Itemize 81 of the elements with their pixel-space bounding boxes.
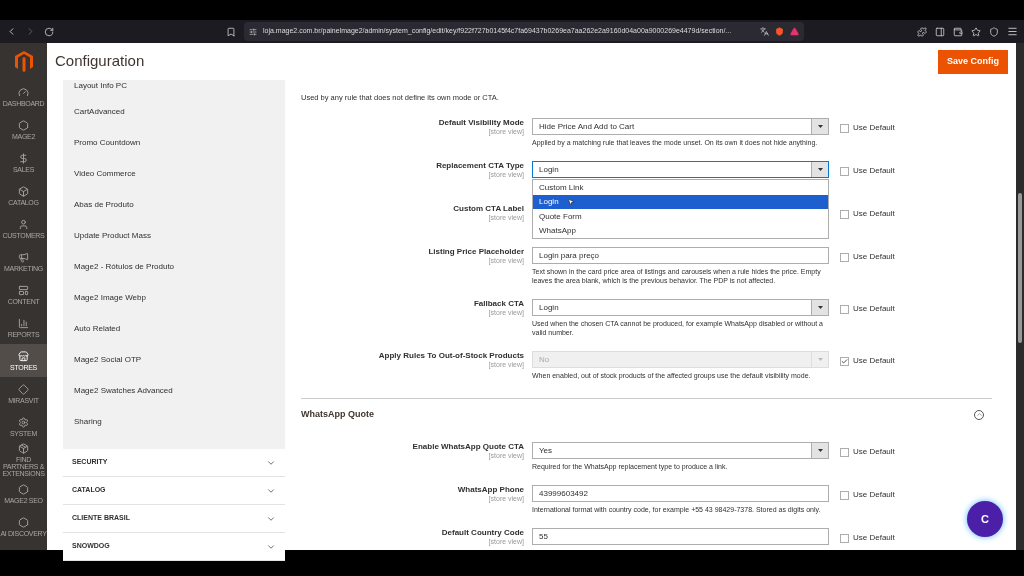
bar-chart-icon (18, 317, 29, 329)
checkbox-label: Use Default (853, 208, 895, 221)
mouse-pointer-icon (566, 198, 575, 206)
config-tab-link[interactable]: Auto Related (74, 322, 121, 335)
field-label: WhatsApp Phone (457, 485, 524, 496)
config-tab-link[interactable]: Layout Info PC (74, 80, 127, 92)
triangle-icon[interactable] (790, 27, 799, 36)
select-field[interactable]: Hide Price And Add to Cart (532, 118, 829, 136)
field-label: Enable WhatsApp Quote CTA (412, 442, 524, 453)
config-tab-link[interactable]: CartAdvanced (74, 105, 125, 118)
select-field[interactable]: Yes (532, 442, 829, 460)
config-tab-link[interactable]: Mage2 - Rótulos de Produto (74, 260, 175, 273)
checkbox[interactable] (840, 490, 849, 500)
hexagon-icon (18, 119, 29, 131)
hexagon-icon (18, 483, 29, 495)
config-tab-link[interactable]: Mage2 Social OTP (74, 353, 142, 366)
wallet-icon[interactable] (953, 26, 963, 37)
person-icon (18, 218, 29, 230)
field-label: Listing Price Placeholder (428, 247, 524, 258)
dropdown-option[interactable]: Quote Form (533, 209, 828, 224)
field-label: Replacement CTA Type (436, 161, 524, 172)
config-tab-link[interactable]: Video Commerce (74, 167, 136, 180)
cube-icon (18, 185, 29, 197)
checkbox[interactable] (840, 533, 849, 543)
select-field[interactable]: Login (532, 161, 829, 179)
checkbox[interactable] (840, 304, 849, 314)
reload-icon[interactable] (44, 26, 54, 37)
section-title: WhatsApp Quote (301, 408, 375, 421)
checkbox[interactable] (840, 447, 849, 457)
checkbox-label: Use Default (853, 122, 895, 135)
field-label: Custom CTA Label (453, 204, 524, 215)
checkbox-label: Use Default (853, 303, 895, 316)
diamond-icon (18, 383, 29, 395)
storefront-icon (18, 350, 29, 362)
checkbox-label: Use Default (853, 251, 895, 264)
config-tab-link[interactable]: Mage2 Swatches Advanced (74, 384, 173, 397)
checkbox[interactable] (840, 209, 849, 219)
dropdown-option[interactable]: Custom Link (533, 180, 828, 195)
hexagon-icon (18, 516, 29, 528)
sidebar-icon[interactable] (935, 26, 945, 37)
config-tab-link[interactable]: Update Product Mass (74, 229, 151, 242)
config-tab-link[interactable]: Promo Countdown (74, 136, 141, 149)
dropdown-option[interactable]: Login (533, 194, 828, 210)
select-field[interactable]: Login (532, 299, 829, 317)
extensions-icon[interactable] (917, 26, 927, 37)
field-label: Fallback CTA (473, 299, 524, 310)
site-settings-icon[interactable] (249, 27, 257, 36)
bookmark-icon[interactable] (226, 26, 236, 37)
star-icon[interactable] (971, 26, 981, 37)
scrollbar[interactable] (1016, 43, 1024, 550)
input-field[interactable]: 43999603492 (532, 485, 829, 503)
checkbox-label: Use Default (853, 532, 895, 545)
checkbox-label: Use Default (853, 446, 895, 459)
checkbox-label: Use Default (853, 355, 895, 368)
page-title: Configuration (55, 51, 146, 72)
megaphone-icon (18, 251, 29, 263)
field-label: Default Country Code (441, 528, 524, 539)
dropdown-option[interactable]: WhatsApp (533, 223, 828, 239)
checkbox-label: Use Default (853, 489, 895, 502)
logo-icon (14, 51, 33, 72)
translate-icon[interactable] (760, 27, 769, 36)
config-tab-link[interactable]: Sharing (74, 415, 102, 428)
checkbox[interactable] (840, 166, 849, 176)
shield-icon[interactable] (989, 26, 999, 37)
field-label: Default Visibility Mode (438, 118, 524, 129)
package-icon (18, 443, 29, 454)
input-field[interactable]: Login para preço (532, 247, 829, 265)
field-label: Apply Rules To Out-of-Stock Products (378, 351, 524, 362)
save-button[interactable]: Save Config (938, 49, 1008, 74)
gauge-icon (18, 86, 29, 98)
input-field[interactable]: 55 (532, 528, 829, 546)
dollar-icon (18, 152, 29, 164)
checkbox-label: Use Default (853, 165, 895, 178)
config-tab-link[interactable]: Mage2 Image Webp (74, 291, 146, 304)
checkbox[interactable] (840, 123, 849, 133)
menu-icon[interactable] (1007, 26, 1018, 37)
settings-icon (18, 416, 29, 428)
config-tab-link[interactable]: Abas de Produto (74, 198, 134, 211)
shield-icon[interactable] (775, 27, 784, 36)
checkbox[interactable] (840, 252, 849, 262)
layout-icon (18, 284, 29, 296)
